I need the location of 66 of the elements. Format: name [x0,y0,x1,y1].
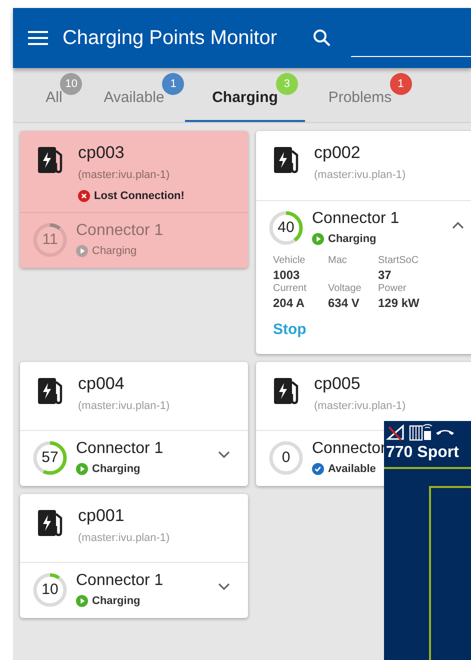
connector-status: Charging [92,594,140,609]
connector-status: Available [328,462,376,477]
soc-ring [32,440,68,476]
soc-ring [32,572,68,608]
soc-value: 11 [42,232,58,248]
play-icon [312,232,324,245]
filter-tab[interactable]: All 10 [25,68,83,122]
soc-ring [268,210,304,246]
connector-status: Charging [328,232,376,246]
point-name: cp005 [314,374,362,394]
point-name: cp002 [314,143,362,163]
connector-name: Connector [312,439,386,459]
phone-icon [436,427,454,435]
connector-name: Connector 1 [76,439,164,459]
detail-label: Current [273,283,308,295]
no-signal-icon [386,423,406,441]
point-name: cp001 [78,506,126,526]
detail-value: 37 [378,267,392,283]
filter-tab[interactable]: Available 1 [83,68,185,122]
point-subtitle: (master:ivu.plan-1) [314,398,406,414]
play-icon [76,463,88,476]
search-icon[interactable] [313,29,331,47]
play-icon [76,595,88,608]
connector-status: Charging [92,244,137,259]
detail-label: StartSoC [378,255,420,267]
soc-value: 0 [282,450,290,466]
detail-label: Voltage [328,283,362,295]
check-icon [312,463,324,476]
soc-ring [32,222,68,258]
soc-ring [268,440,304,476]
point-name: cp004 [78,374,126,394]
connector-name: Connector 1 [76,571,164,591]
point-subtitle: (master:ivu.plan-1) [314,168,406,183]
soc-value: 40 [278,220,294,236]
point-subtitle: (master:ivu.plan-1) [78,530,170,546]
count-badge: 10 [60,72,82,95]
app-title: Charging Points Monitor [62,26,277,51]
detail-value: 1003 [273,267,301,283]
connector-name: Connector 1 [312,208,400,228]
connector-status: Charging [92,462,140,477]
stop-button[interactable]: Stop [273,319,306,342]
detail-label: Power [378,283,408,295]
detail-value: 204 A [273,295,306,311]
building-wifi-icon [409,423,433,441]
detail-label: Mac [328,255,348,267]
detail-label: Vehicle [273,255,306,267]
soc-value: 57 [42,450,58,466]
overlay-title: 770 Sport [386,444,459,461]
error-icon [78,190,90,202]
soc-value: 10 [42,582,58,598]
connector-name: Connector 1 [76,221,164,241]
chevron-down-icon [218,451,230,459]
point-subtitle: (master:ivu.plan-1) [78,398,170,414]
play-icon [76,245,88,258]
count-badge: 1 [162,72,184,95]
point-name: cp003 [78,143,126,163]
chevron-up-icon [452,220,464,228]
alert-text: Lost Connection! [94,188,184,204]
chevron-down-icon [218,583,230,591]
detail-value: 634 V [328,295,360,311]
point-subtitle: (master:ivu.plan-1) [78,168,171,183]
count-badge: 3 [276,72,298,95]
detail-value: 129 kW [378,295,420,311]
count-badge: 1 [390,72,412,95]
menu-icon [28,31,48,45]
filter-tab[interactable]: Problems 1 [305,68,415,122]
